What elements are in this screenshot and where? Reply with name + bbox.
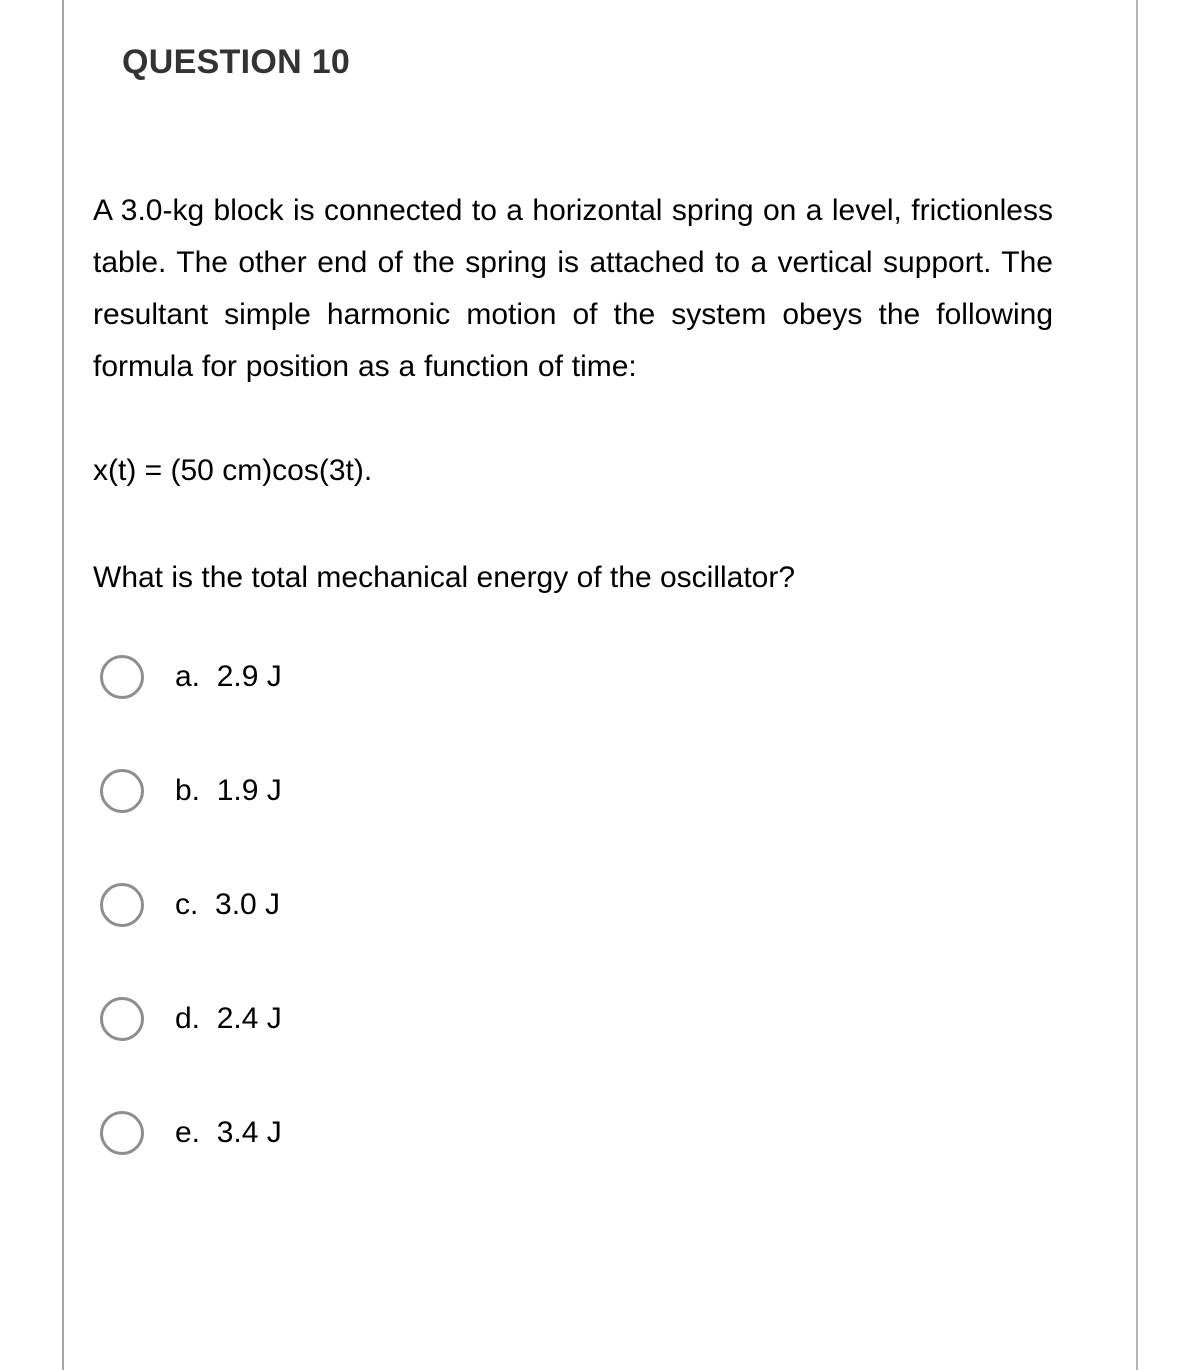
answer-option-label-a: a. 2.9 J [175,659,282,693]
answer-option-b[interactable]: b. 1.9 J [93,767,1053,815]
answer-option-e[interactable]: e. 3.4 J [93,1109,1053,1157]
content-right-border [1136,0,1138,1370]
answer-option-d[interactable]: d. 2.4 J [93,995,1053,1043]
answer-option-label-c: c. 3.0 J [175,887,281,921]
radio-button-icon-d[interactable] [100,996,144,1041]
question-content: QUESTION 10 A 3.0-kg block is connected … [93,0,1053,1223]
content-left-border [62,0,64,1370]
page-scrollbar[interactable] [1181,0,1195,1370]
answer-options-list: a. 2.9 J b. 1.9 J c. 3.0 J d. 2.4 J e. 3… [93,604,1053,1157]
radio-button-icon-a[interactable] [100,654,144,699]
answer-option-label-d: d. 2.4 J [175,1001,282,1035]
radio-button-icon-b[interactable] [100,768,144,813]
page-title: QUESTION 10 [122,43,351,81]
answer-option-a[interactable]: a. 2.9 J [93,653,1053,701]
answer-option-label-e: e. 3.4 J [175,1115,282,1149]
question-page: QUESTION 10 A 3.0-kg block is connected … [0,0,1200,1370]
answer-option-label-b: b. 1.9 J [175,773,282,807]
radio-button-icon-e[interactable] [100,1110,144,1155]
question-formula: x(t) = (50 cm)cos(3t). [93,453,373,487]
radio-button-icon-c[interactable] [100,882,144,927]
question-body-text: A 3.0-kg block is connected to a horizon… [93,193,1053,383]
question-prompt: What is the total mechanical energy of t… [93,560,796,594]
answer-option-c[interactable]: c. 3.0 J [93,881,1053,929]
